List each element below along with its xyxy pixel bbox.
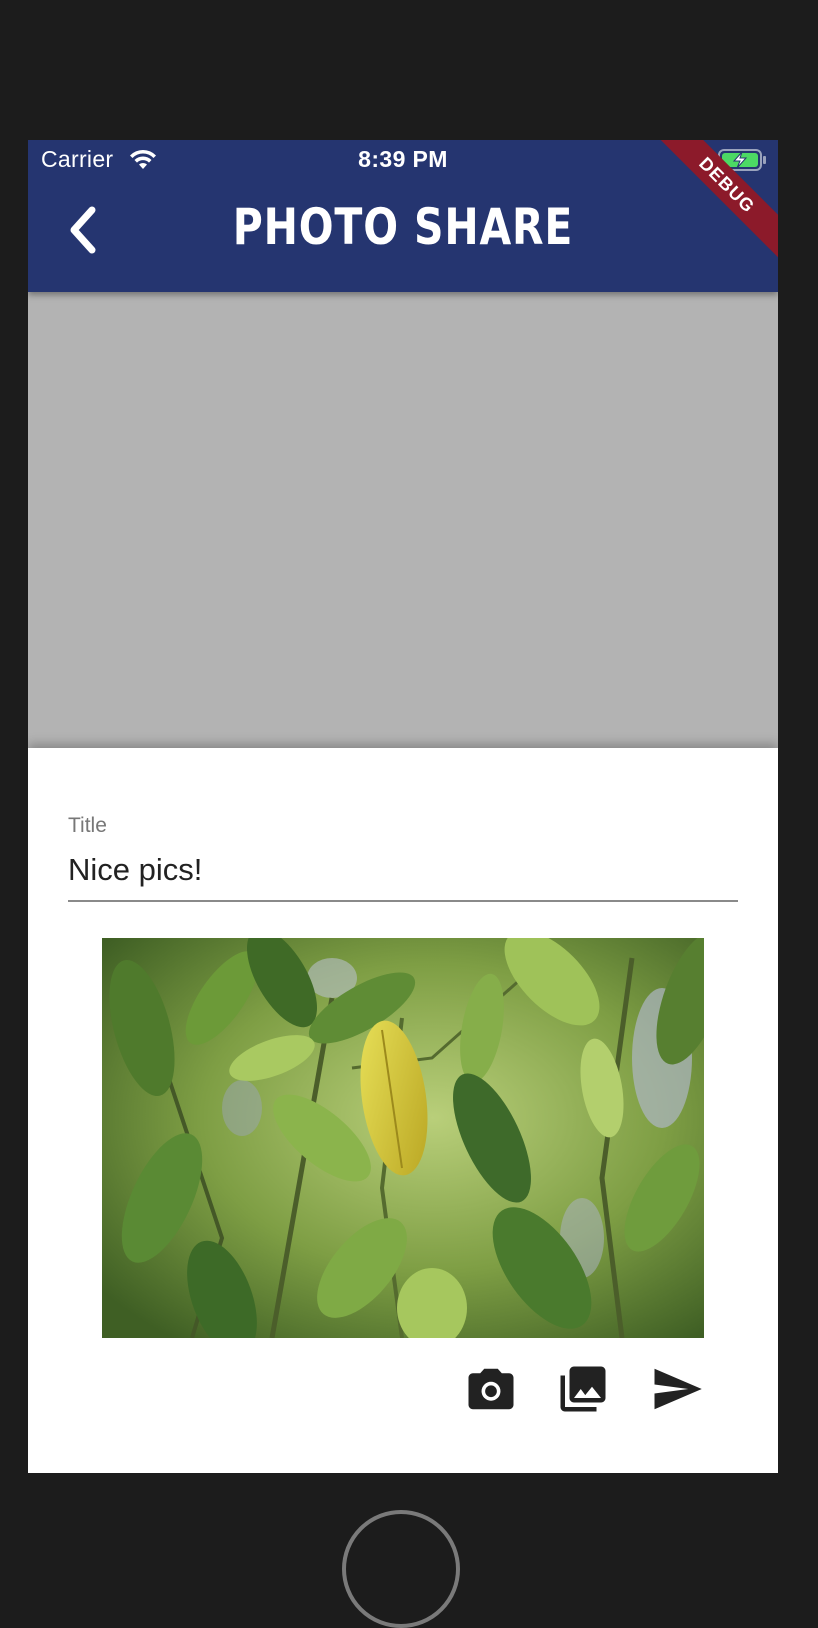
status-time: 8:39 PM (358, 146, 448, 172)
selected-photo[interactable] (102, 938, 704, 1338)
home-button[interactable] (342, 1510, 460, 1628)
post-form-sheet: Title (28, 748, 778, 1473)
device-frame: Carrier 8:39 PM PHOTO SHARE DEBUG Title … (0, 0, 818, 1628)
app-bar: Carrier 8:39 PM PHOTO SHARE DEBUG (28, 140, 778, 292)
title-field-label: Title (68, 814, 107, 837)
status-bar: Carrier 8:39 PM (28, 140, 778, 184)
app-screen: Carrier 8:39 PM PHOTO SHARE DEBUG Title … (28, 140, 778, 1473)
send-icon[interactable] (650, 1362, 704, 1416)
camera-icon[interactable] (464, 1362, 518, 1416)
image-preview-area (28, 292, 778, 748)
page-title: PHOTO SHARE (232, 198, 574, 256)
title-input[interactable] (68, 840, 738, 902)
photo-library-icon[interactable] (556, 1362, 610, 1416)
